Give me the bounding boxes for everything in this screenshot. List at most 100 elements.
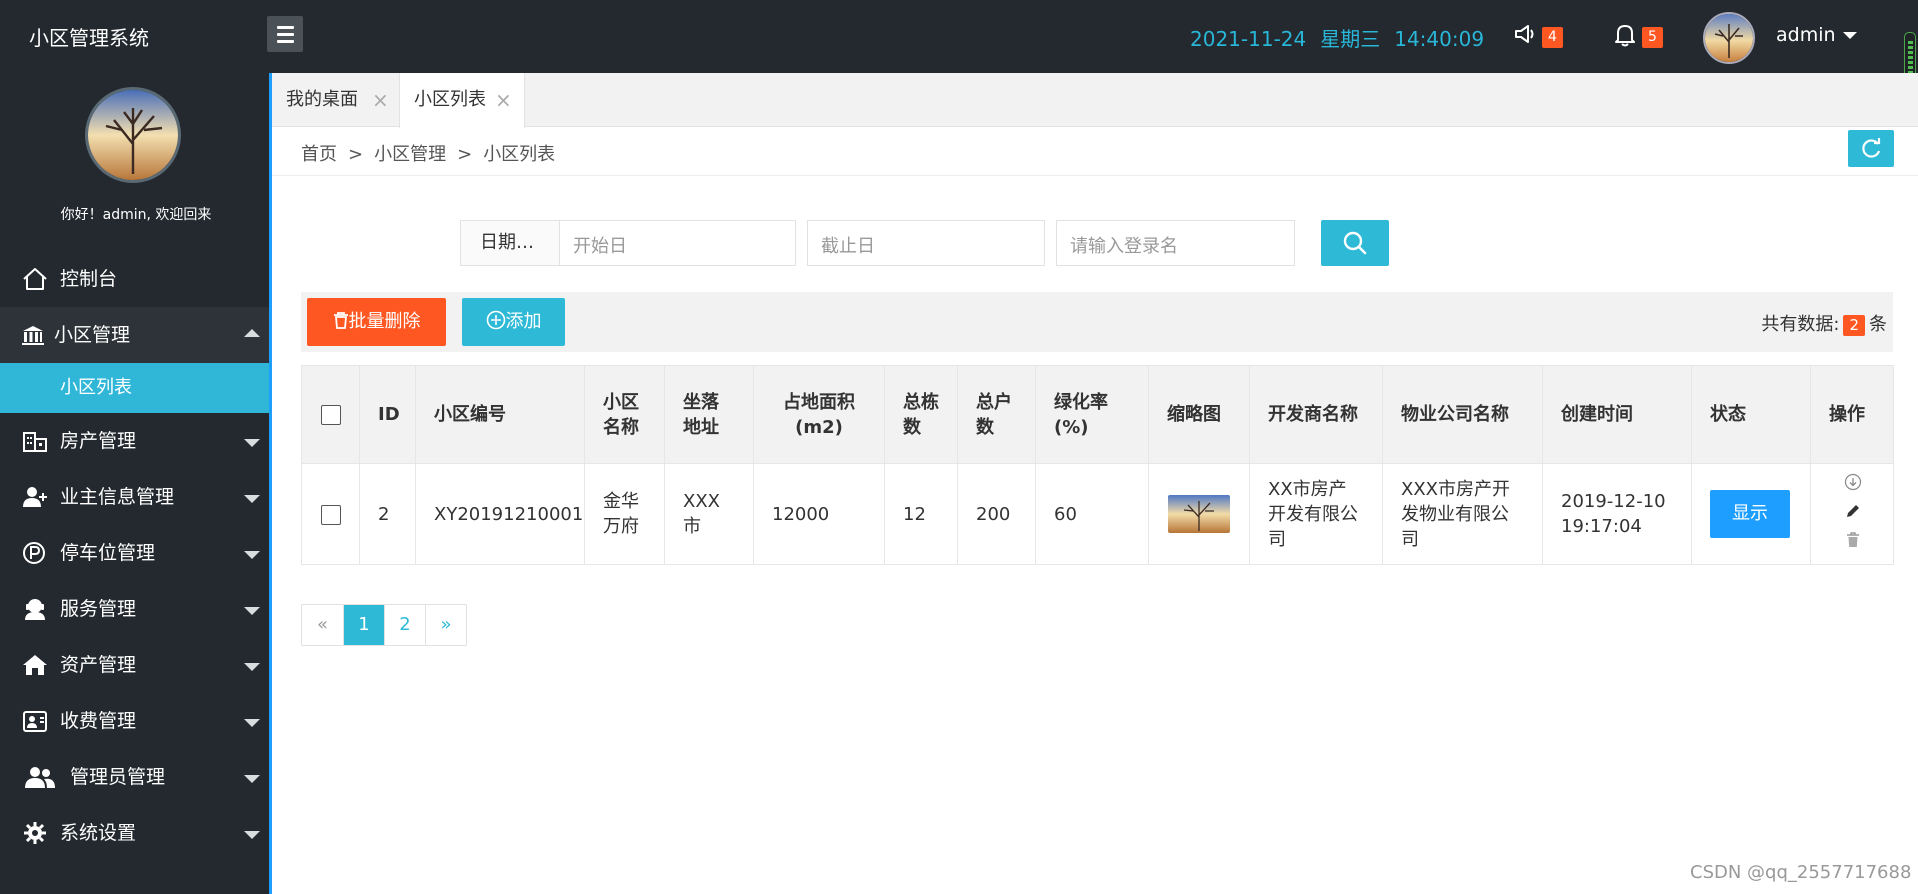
announcement-count-badge: 4	[1542, 27, 1563, 48]
tab-community-list[interactable]: 小区列表 ×	[399, 73, 525, 128]
row-checkbox[interactable]	[320, 504, 341, 525]
notification-count-badge: 5	[1642, 27, 1663, 48]
trash-icon	[333, 312, 348, 329]
cell-property-company: XXX市房产开发物业有限公司	[1382, 463, 1543, 565]
column-header: 状态	[1691, 365, 1811, 464]
breadcrumb-home[interactable]: 首页	[301, 144, 337, 165]
plus-circle-icon	[486, 310, 505, 330]
menu-toggle-button[interactable]	[267, 16, 303, 52]
pagination-page-2[interactable]: 2	[384, 605, 425, 645]
user-menu[interactable]: admin	[1776, 24, 1857, 46]
cell-developer: XX市房产开发有限公司	[1249, 463, 1383, 565]
sidebar-item-label: 收费管理	[60, 710, 137, 732]
sidebar: 你好！admin, 欢迎回来 控制台 小区管理 小区列表 房产管理 业主信息管理…	[0, 73, 272, 894]
bell-icon	[1615, 25, 1635, 47]
current-datetime: 2021-11-24 星期三 14:40:09	[1190, 23, 1498, 52]
watermark: CSDN @qq_2557717688	[1690, 862, 1912, 883]
announcement-button[interactable]: 4	[1514, 23, 1563, 50]
pagination: « 1 2 »	[301, 604, 467, 646]
cell-status: 显示	[1691, 463, 1811, 565]
cell-name: 金华万府	[584, 463, 665, 565]
chevron-down-icon	[244, 551, 260, 559]
welcome-text: 你好！admin, 欢迎回来	[60, 207, 212, 223]
cell-green-rate: 60	[1035, 463, 1149, 565]
breadcrumb-community[interactable]: 小区管理	[374, 144, 446, 165]
pagination-next[interactable]: »	[425, 605, 466, 645]
sidebar-item-service[interactable]: 服务管理	[0, 581, 269, 637]
chevron-down-icon	[244, 719, 260, 727]
username: admin	[1776, 24, 1836, 46]
sidebar-item-billing[interactable]: 收费管理	[0, 693, 269, 749]
gear-icon	[24, 822, 46, 844]
status-show-button[interactable]: 显示	[1710, 490, 1790, 538]
breadcrumb-current: 小区列表	[483, 144, 556, 165]
parking-icon	[23, 542, 45, 564]
add-button[interactable]: 添加	[462, 298, 565, 346]
sidebar-item-dashboard[interactable]: 控制台	[0, 251, 269, 307]
top-header: 小区管理系统 2021-11-24 星期三 14:40:09 4 5 admin	[0, 0, 1918, 104]
chevron-down-icon	[244, 495, 260, 503]
column-header: 占地面积(m2)	[753, 365, 885, 464]
total-prefix: 共有数据:	[1761, 314, 1840, 335]
sidebar-item-admins[interactable]: 管理员管理	[0, 749, 269, 805]
close-icon[interactable]: ×	[372, 73, 389, 127]
notification-button[interactable]: 5	[1614, 23, 1663, 52]
batch-delete-button[interactable]: 批量删除	[307, 298, 446, 346]
thumbnail-image[interactable]	[1168, 495, 1230, 533]
cell-households: 200	[957, 463, 1036, 565]
edit-icon[interactable]	[1844, 502, 1862, 527]
column-header: 缩略图	[1148, 365, 1250, 464]
download-icon[interactable]	[1844, 473, 1862, 498]
column-header: 创建时间	[1542, 365, 1692, 464]
breadcrumb: 首页 > 小区管理 > 小区列表	[301, 144, 556, 165]
select-all-checkbox[interactable]	[320, 405, 341, 425]
login-name-placeholder: 请输入登录名	[1070, 236, 1178, 257]
column-header: ID	[359, 365, 416, 464]
sidebar-item-owner-info[interactable]: 业主信息管理	[0, 469, 269, 525]
sidebar-avatar	[85, 87, 181, 183]
sidebar-item-label: 小区管理	[54, 324, 131, 346]
close-icon[interactable]: ×	[495, 73, 512, 127]
current-weekday: 星期三	[1320, 27, 1381, 51]
refresh-button[interactable]	[1848, 130, 1894, 167]
pagination-page-1[interactable]: 1	[343, 605, 384, 645]
house-grid-icon	[23, 432, 47, 452]
service-icon	[25, 599, 45, 620]
column-header: 坐落地址	[664, 365, 754, 464]
start-date-input[interactable]: 开始日	[559, 220, 796, 266]
login-name-input[interactable]: 请输入登录名	[1056, 220, 1295, 266]
sidebar-item-assets[interactable]: 资产管理	[0, 637, 269, 693]
end-date-input[interactable]: 截止日	[807, 220, 1045, 266]
delete-icon[interactable]	[1844, 531, 1862, 556]
user-avatar[interactable]	[1703, 12, 1755, 64]
pagination-prev[interactable]: «	[302, 605, 343, 645]
sidebar-item-property[interactable]: 房产管理	[0, 413, 269, 469]
tab-bar: 我的桌面 × 小区列表 ×	[272, 73, 1918, 128]
building-icon	[22, 326, 44, 345]
sidebar-item-community[interactable]: 小区管理	[0, 307, 269, 363]
batch-delete-label: 批量删除	[348, 311, 421, 332]
home-fill-icon	[23, 655, 47, 675]
sidebar-item-parking[interactable]: 停车位管理	[0, 525, 269, 581]
total-suffix: 条	[1869, 314, 1887, 335]
app-title: 小区管理系统	[29, 26, 149, 50]
column-header: 总栋数	[884, 365, 958, 464]
sidebar-item-label: 服务管理	[60, 598, 137, 620]
column-header: 绿化率(%)	[1035, 365, 1149, 464]
start-date-placeholder: 开始日	[573, 236, 627, 257]
sidebar-item-label: 停车位管理	[60, 542, 156, 564]
current-time: 14:40:09	[1394, 27, 1485, 51]
sidebar-subitem-community-list[interactable]: 小区列表	[0, 363, 269, 413]
chevron-down-icon	[244, 607, 260, 615]
column-header: 小区名称	[584, 365, 665, 464]
breadcrumb-bar: 首页 > 小区管理 > 小区列表	[272, 127, 1918, 176]
cell-created-time: 2019-12-10 19:17:04	[1542, 463, 1692, 565]
tab-label: 我的桌面	[286, 89, 358, 110]
users-icon	[25, 767, 55, 788]
tab-my-desktop[interactable]: 我的桌面 ×	[272, 73, 399, 127]
sidebar-item-settings[interactable]: 系统设置	[0, 805, 269, 861]
search-button[interactable]	[1321, 220, 1389, 266]
community-table: ID 小区编号 小区名称 坐落地址 占地面积(m2) 总栋数 总户数 绿化率(%…	[301, 365, 1894, 565]
cell-area: 12000	[753, 463, 885, 565]
select-all-cell	[301, 365, 360, 464]
